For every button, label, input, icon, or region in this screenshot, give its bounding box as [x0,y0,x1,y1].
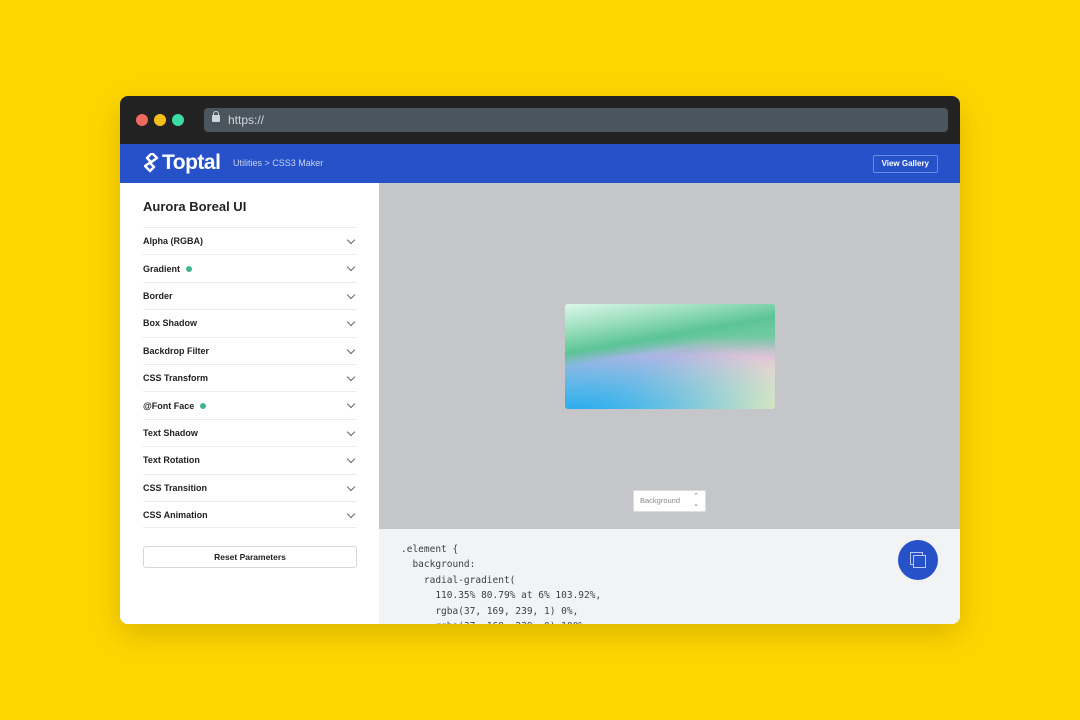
chevron-down-icon [346,263,356,272]
select-value: Background [640,496,681,505]
css-code[interactable]: .element { background: radial-gradient( … [401,542,601,624]
preview-element [565,304,775,409]
chevron-down-icon [346,509,356,519]
reset-parameters-button[interactable]: Reset Parameters [143,546,357,568]
sidebar-item-css-animation[interactable]: CSS Animation [143,500,357,529]
preview-area: Background ⌃ ⌄ [379,183,960,529]
chevron-down-icon [346,290,356,300]
sidebar-item-label: Text Rotation [143,455,200,466]
copy-code-button[interactable] [898,540,938,580]
sidebar-item-css-transform[interactable]: CSS Transform [143,363,357,391]
chevron-down-icon [346,454,356,464]
sidebar-item-gradient[interactable]: Gradient [143,254,357,281]
minimize-window-button[interactable] [154,114,166,126]
sidebar-item-css-transition[interactable]: CSS Transition [143,473,357,501]
sidebar-item-label: Backdrop Filter [143,345,210,356]
sidebar-item-label: Text Shadow [143,427,198,438]
breadcrumb[interactable]: Utilities > CSS3 Maker [233,158,323,168]
sidebar-item-label: @Font Face [143,400,195,411]
sidebar-item-font-face[interactable]: @Font Face [143,391,357,418]
view-gallery-button[interactable]: View Gallery [872,155,938,173]
sidebar: Aurora Boreal UI Alpha (RGBA) Gradient Bor… [120,183,379,624]
sidebar-item-text-rotation[interactable]: Text Rotation [143,446,357,473]
url-text: https:// [228,113,265,127]
sidebar-item-border[interactable]: Border [143,281,357,309]
chevron-down-icon [346,482,356,491]
sidebar-item-label: Alpha (RGBA) [143,236,203,247]
lock-icon [212,111,220,122]
toptal-logo[interactable]: Toptal [144,151,221,175]
chevron-down-icon [346,235,356,245]
sidebar-item-label: CSS Transition [143,482,208,493]
sidebar-item-label: Box Shadow [143,318,198,329]
chevron-down-icon [346,345,356,354]
browser-window: https:// Toptal Utilities > CSS3 Maker V… [120,96,960,624]
toptal-logo-icon [144,153,159,173]
sidebar-item-backdrop-filter[interactable]: Backdrop Filter [143,336,357,364]
copy-icon-front [913,555,926,568]
code-panel: .element { background: radial-gradient( … [379,529,960,624]
address-bar[interactable]: https:// [204,108,948,132]
sidebar-item-alpha-rgba[interactable]: Alpha (RGBA) [143,227,357,254]
preset-title: Aurora Boreal UI [143,199,247,214]
sidebar-item-label: Border [143,290,173,301]
active-indicator-icon [200,402,207,409]
chevron-down-icon [346,427,356,436]
browser-titlebar: https:// [120,96,960,144]
site-header: Toptal Utilities > CSS3 Maker View Galle… [120,144,960,183]
sidebar-item-label: Gradient [143,263,181,274]
close-window-button[interactable] [136,114,148,126]
property-list: Alpha (RGBA) Gradient Border Box Shadow Back… [143,227,357,529]
sidebar-item-label: CSS Transform [143,373,209,384]
chevron-down-icon [346,372,356,382]
updown-chevron-icon: ⌃ ⌄ [693,493,699,508]
active-indicator-icon [186,265,193,272]
sidebar-item-label: CSS Animation [143,509,208,520]
sidebar-item-box-shadow[interactable]: Box Shadow [143,309,357,336]
sidebar-item-text-shadow[interactable]: Text Shadow [143,418,357,446]
chevron-down-icon [346,400,356,409]
chevron-down-icon [346,317,356,327]
logo-text: Toptal [162,151,221,174]
maximize-window-button[interactable] [172,114,184,126]
preview-mode-select[interactable]: Background ⌃ ⌄ [633,490,706,512]
